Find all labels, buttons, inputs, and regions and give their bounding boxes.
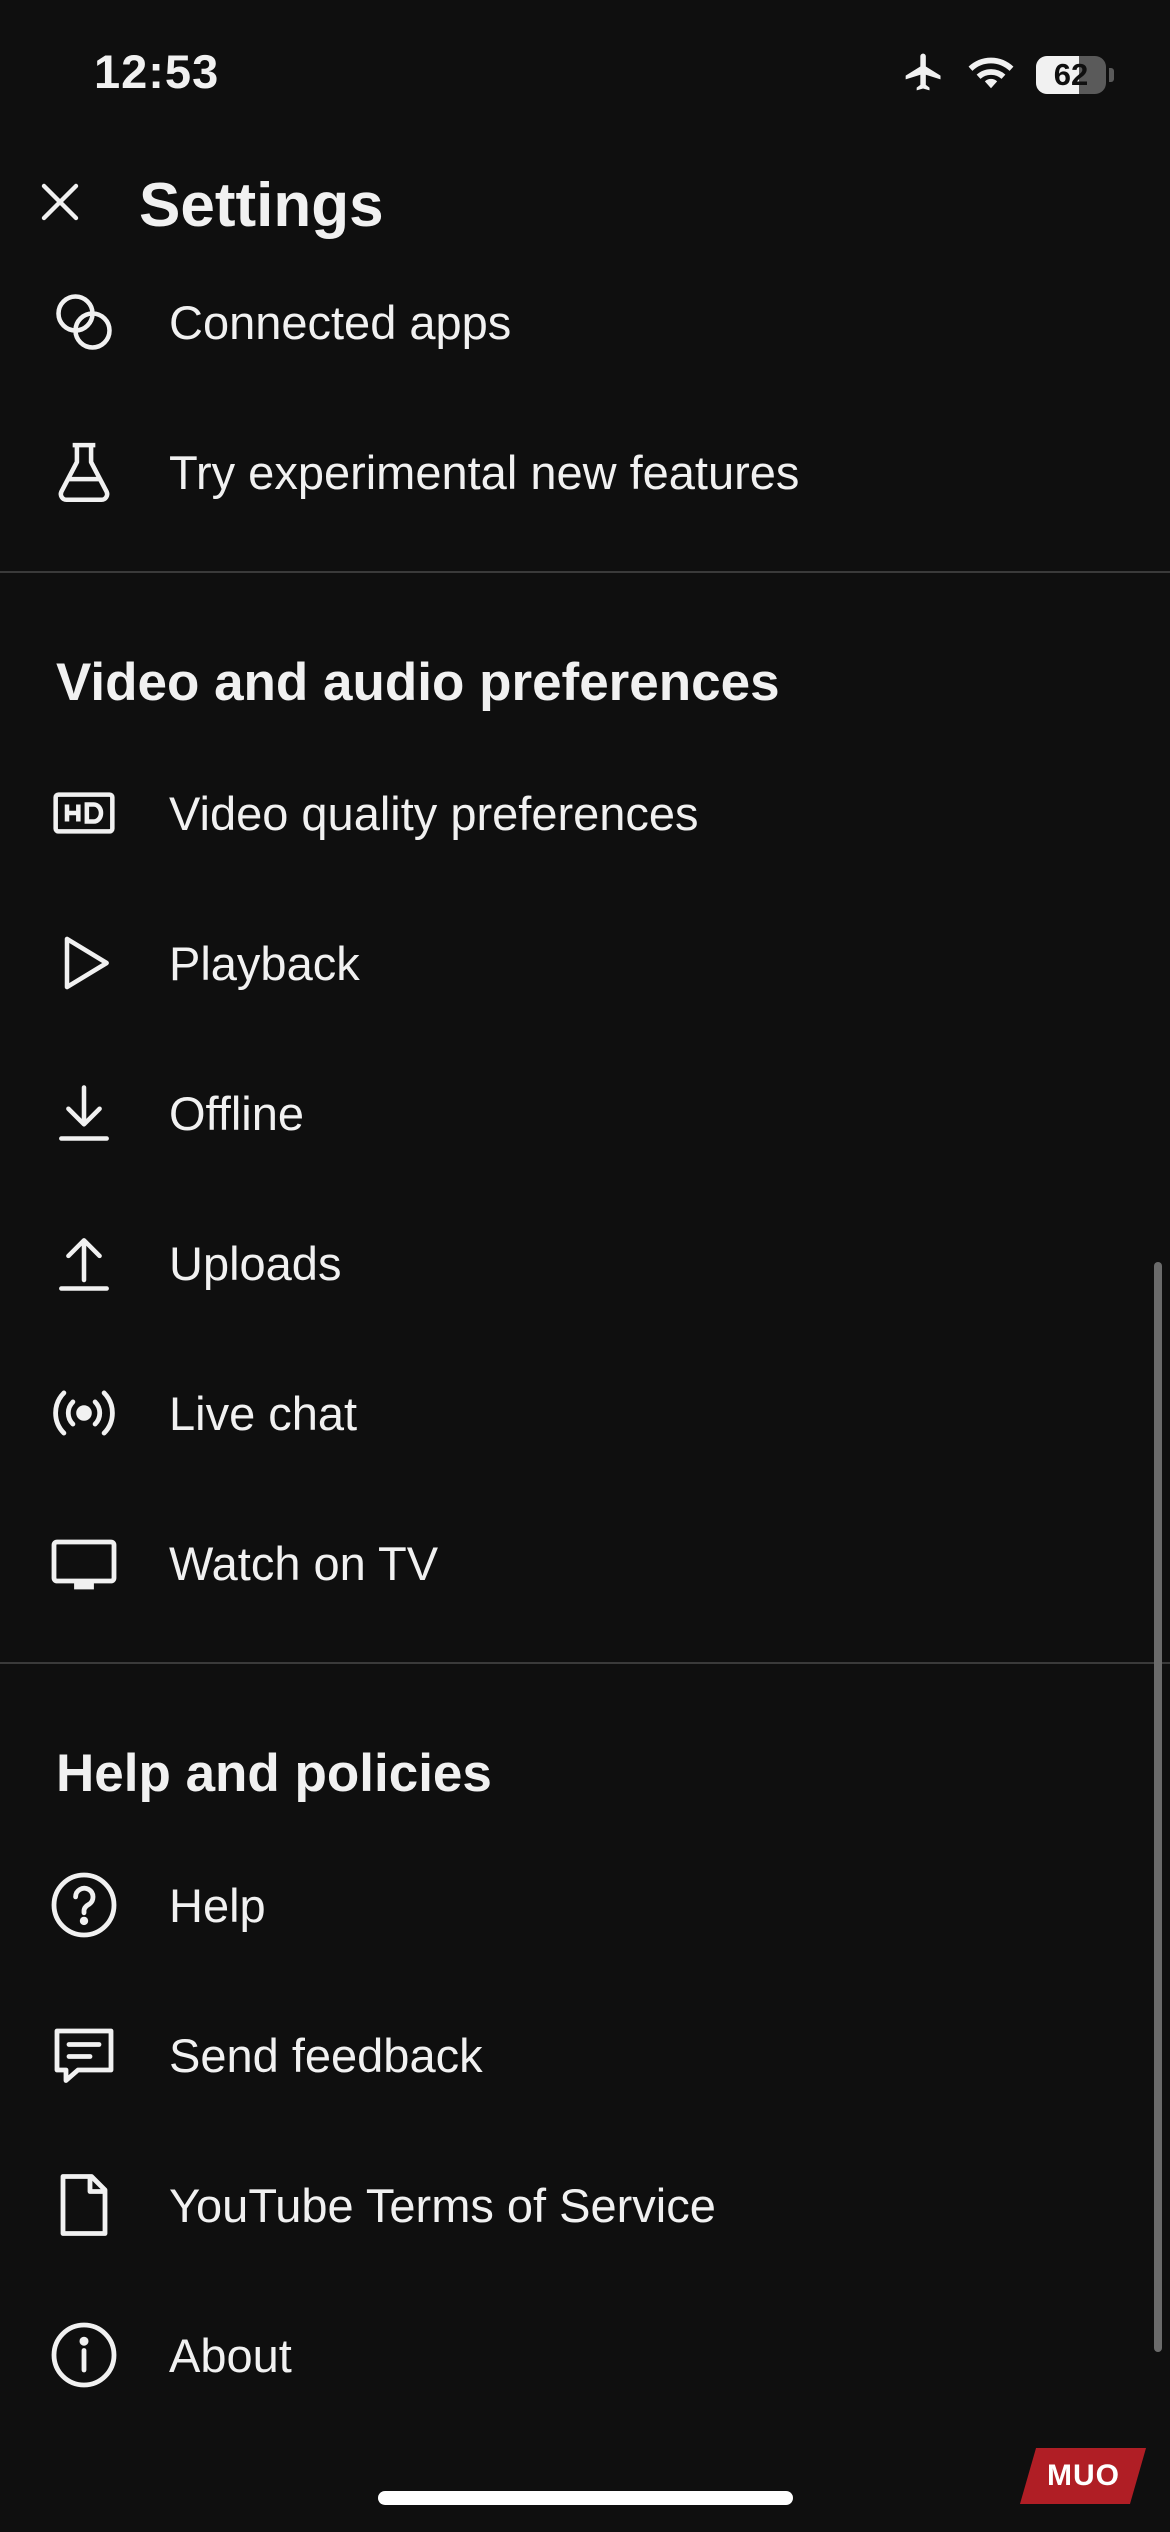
wifi-icon — [968, 54, 1014, 95]
menu-item-watch-on-tv[interactable]: Watch on TV — [0, 1488, 1170, 1638]
status-bar: 12:53 62 — [0, 0, 1170, 150]
live-icon — [48, 1377, 120, 1449]
menu-item-label: Watch on TV — [169, 1536, 439, 1590]
flask-icon — [48, 436, 120, 508]
menu-item-label: Offline — [169, 1086, 304, 1140]
info-icon — [48, 2319, 120, 2391]
menu-item-send-feedback[interactable]: Send feedback — [0, 1980, 1170, 2130]
menu-item-about[interactable]: About — [0, 2280, 1170, 2430]
feedback-icon — [48, 2019, 120, 2091]
menu-item-label: Uploads — [169, 1236, 342, 1290]
video-audio-settings-list: Video quality preferences Playback Offli… — [0, 738, 1170, 1638]
download-icon — [48, 1077, 120, 1149]
menu-item-experimental-features[interactable]: Try experimental new features — [0, 397, 1170, 547]
menu-item-label: Try experimental new features — [169, 445, 800, 499]
upload-icon — [48, 1227, 120, 1299]
help-icon — [48, 1869, 120, 1941]
battery-indicator: 62 — [1036, 55, 1106, 94]
menu-item-uploads[interactable]: Uploads — [0, 1188, 1170, 1338]
battery-level: 62 — [1053, 56, 1089, 92]
battery-cap — [1109, 67, 1114, 82]
connected-apps-icon — [48, 286, 120, 358]
menu-item-label: Playback — [169, 936, 360, 990]
menu-item-terms-of-service[interactable]: YouTube Terms of Service — [0, 2130, 1170, 2280]
menu-item-video-quality[interactable]: Video quality preferences — [0, 738, 1170, 888]
hd-icon — [48, 777, 120, 849]
status-time: 12:53 — [94, 45, 220, 98]
menu-item-offline[interactable]: Offline — [0, 1038, 1170, 1188]
section-title-help-policies: Help and policies — [56, 1744, 492, 1803]
status-icons: 62 — [902, 50, 1114, 99]
airplane-mode-icon — [902, 50, 946, 99]
close-icon — [41, 183, 79, 221]
section-title-video-audio: Video and audio preferences — [56, 653, 780, 712]
tv-icon — [48, 1527, 120, 1599]
menu-item-label: Send feedback — [169, 2028, 483, 2082]
section-divider — [0, 571, 1170, 573]
menu-item-label: YouTube Terms of Service — [169, 2178, 716, 2232]
scrollbar[interactable] — [1154, 1262, 1162, 2352]
menu-item-playback[interactable]: Playback — [0, 888, 1170, 1038]
menu-item-live-chat[interactable]: Live chat — [0, 1338, 1170, 1488]
menu-item-label: Live chat — [169, 1386, 358, 1440]
close-button[interactable] — [32, 174, 88, 230]
help-settings-list: Help Send feedback YouTube Terms of Serv… — [0, 1830, 1170, 2430]
menu-item-label: Connected apps — [169, 295, 512, 349]
play-icon — [48, 927, 120, 999]
watermark-logo: MUO — [1019, 2448, 1147, 2504]
menu-item-label: Help — [169, 1878, 266, 1932]
menu-item-label: About — [169, 2328, 292, 2382]
section-divider — [0, 1662, 1170, 1664]
general-settings-list: Connected apps Try experimental new feat… — [0, 247, 1170, 547]
menu-item-help[interactable]: Help — [0, 1830, 1170, 1980]
watermark-text: MUO — [1046, 2459, 1120, 2492]
home-indicator[interactable] — [378, 2491, 793, 2505]
menu-item-connected-apps[interactable]: Connected apps — [0, 247, 1170, 397]
document-icon — [48, 2169, 120, 2241]
page-title: Settings — [139, 171, 384, 240]
menu-item-label: Video quality preferences — [169, 786, 699, 840]
